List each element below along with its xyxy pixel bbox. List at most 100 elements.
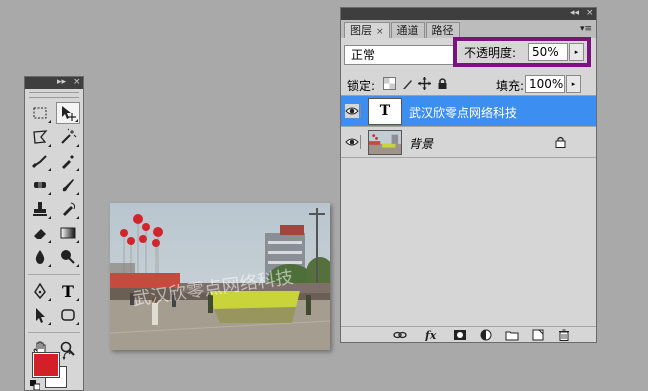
close-icon[interactable]: × [73, 76, 81, 88]
new-layer-button[interactable] [531, 329, 545, 341]
collapse-icon[interactable]: ◂◂ [570, 7, 579, 19]
fill-input[interactable]: 100% [525, 75, 565, 93]
layer-row-background[interactable]: 背景 [341, 127, 596, 158]
stamp-icon [33, 202, 47, 216]
swap-colors-icon[interactable] [62, 349, 74, 361]
history-brush-tool[interactable] [56, 198, 80, 220]
tab-paths[interactable]: 路径 [425, 22, 460, 38]
opacity-input[interactable]: 50% [528, 43, 568, 61]
layers-panel: ◂◂ × 图层 × 通道 路径 ▾≡ 正常 不透明度: 50% ▸ 锁定: 填充:… [340, 7, 597, 343]
rect-marquee-icon [33, 107, 47, 119]
opacity-highlight-box: 不透明度: 50% ▸ [453, 37, 591, 67]
layer-style-button[interactable]: fx [424, 329, 439, 342]
magic-wand-icon [61, 128, 77, 144]
foreground-color-swatch[interactable] [32, 352, 60, 378]
close-icon[interactable]: × [586, 7, 594, 19]
link-layers-button[interactable] [393, 329, 407, 341]
new-group-button[interactable] [505, 329, 519, 341]
mask-icon [454, 330, 466, 340]
lock-all-icon[interactable] [436, 77, 449, 90]
tab-label: 通道 [396, 24, 419, 37]
bandage-icon [34, 182, 46, 188]
add-mask-button[interactable] [453, 329, 467, 341]
tab-close-icon[interactable]: × [376, 27, 384, 37]
type-icon: T [62, 281, 74, 301]
brush-tool[interactable] [56, 174, 80, 196]
dodge-icon [61, 250, 75, 264]
svg-text:fx: fx [425, 329, 437, 341]
magic-wand-tool[interactable] [56, 126, 80, 148]
fill-slider-button[interactable]: ▸ [566, 75, 581, 93]
text-layer-thumbnail[interactable]: T [368, 98, 402, 125]
eraser-tool[interactable] [28, 222, 52, 244]
panel-grip[interactable] [29, 92, 79, 98]
rounded-rect-icon [61, 309, 75, 321]
background-layer-thumbnail[interactable] [368, 130, 402, 155]
eraser-icon [34, 229, 46, 239]
collapse-icon[interactable]: ▸▸ [57, 76, 66, 88]
blur-tool[interactable] [28, 246, 52, 268]
photo-thumbnail [369, 131, 401, 154]
fill-label: 填充: [496, 79, 525, 93]
lock-row: 锁定: 填充: 100% ▸ [341, 72, 596, 96]
layer-name[interactable]: 武汉欣零点网络科技 [409, 104, 517, 121]
lock-icon [555, 136, 566, 148]
pen-tool[interactable] [28, 280, 52, 302]
delete-layer-button[interactable] [557, 329, 571, 341]
lock-label: 锁定: [347, 79, 376, 93]
lasso-tool[interactable] [28, 126, 52, 148]
panel-tabs: 图层 × 通道 路径 ▾≡ [341, 20, 596, 38]
crop-icon [31, 155, 47, 169]
arrow-icon [36, 308, 45, 323]
layer-row-text[interactable]: T 武汉欣零点网络科技 [341, 96, 596, 127]
layers-titlebar[interactable]: ◂◂ × [341, 8, 596, 20]
tab-label: 图层 [350, 24, 372, 37]
dodge-tool[interactable] [56, 246, 80, 268]
eyedropper-tool[interactable] [56, 150, 80, 172]
trash-icon [559, 329, 569, 341]
adjustment-icon [480, 329, 492, 341]
path-select-tool[interactable] [28, 304, 52, 326]
visibility-toggle[interactable] [345, 104, 361, 118]
shape-tool[interactable] [56, 304, 80, 326]
lock-position-icon[interactable] [418, 77, 431, 90]
lock-transparency-icon[interactable] [383, 77, 396, 90]
layers-footer: fx [341, 326, 596, 342]
crop-tool[interactable] [28, 150, 52, 172]
rect-marquee-tool[interactable] [28, 102, 52, 124]
type-tool[interactable]: T [56, 280, 80, 302]
lasso-icon [33, 130, 48, 144]
tab-layers[interactable]: 图层 × [344, 22, 390, 38]
new-layer-icon [532, 329, 544, 341]
tools-titlebar[interactable]: ▸▸ × [25, 77, 83, 89]
healing-brush-tool[interactable] [28, 174, 52, 196]
panel-menu-icon[interactable]: ▾≡ [580, 24, 592, 34]
adjustment-layer-button[interactable] [479, 329, 493, 341]
brush-icon [62, 179, 74, 192]
history-brush-icon [63, 202, 76, 216]
street-parade-photo: 武汉欣零点网络科技 [110, 203, 330, 350]
tab-label: 路径 [431, 24, 454, 37]
pen-icon [34, 282, 46, 300]
eyedropper-icon [62, 155, 74, 169]
opacity-slider-button[interactable]: ▸ [569, 43, 584, 61]
drop-icon [35, 250, 45, 264]
link-icon [393, 331, 407, 339]
layer-name[interactable]: 背景 [409, 135, 433, 152]
default-colors-icon[interactable] [30, 380, 40, 390]
move-tool[interactable] [56, 102, 80, 124]
eye-icon [345, 138, 359, 146]
clone-stamp-tool[interactable] [28, 198, 52, 220]
fx-icon: fx [424, 329, 437, 342]
gradient-tool[interactable] [56, 222, 80, 244]
lock-pixels-icon[interactable] [401, 77, 414, 90]
eye-icon [345, 104, 359, 118]
visibility-toggle[interactable] [345, 135, 361, 149]
gradient-icon [60, 227, 76, 239]
tab-channels[interactable]: 通道 [390, 22, 425, 38]
tools-panel: ▸▸ × T [24, 76, 84, 391]
opacity-label: 不透明度: [464, 46, 517, 60]
folder-icon [505, 331, 519, 341]
blend-mode-select[interactable]: 正常 [344, 45, 456, 65]
document-canvas[interactable]: 武汉欣零点网络科技 [110, 203, 330, 350]
